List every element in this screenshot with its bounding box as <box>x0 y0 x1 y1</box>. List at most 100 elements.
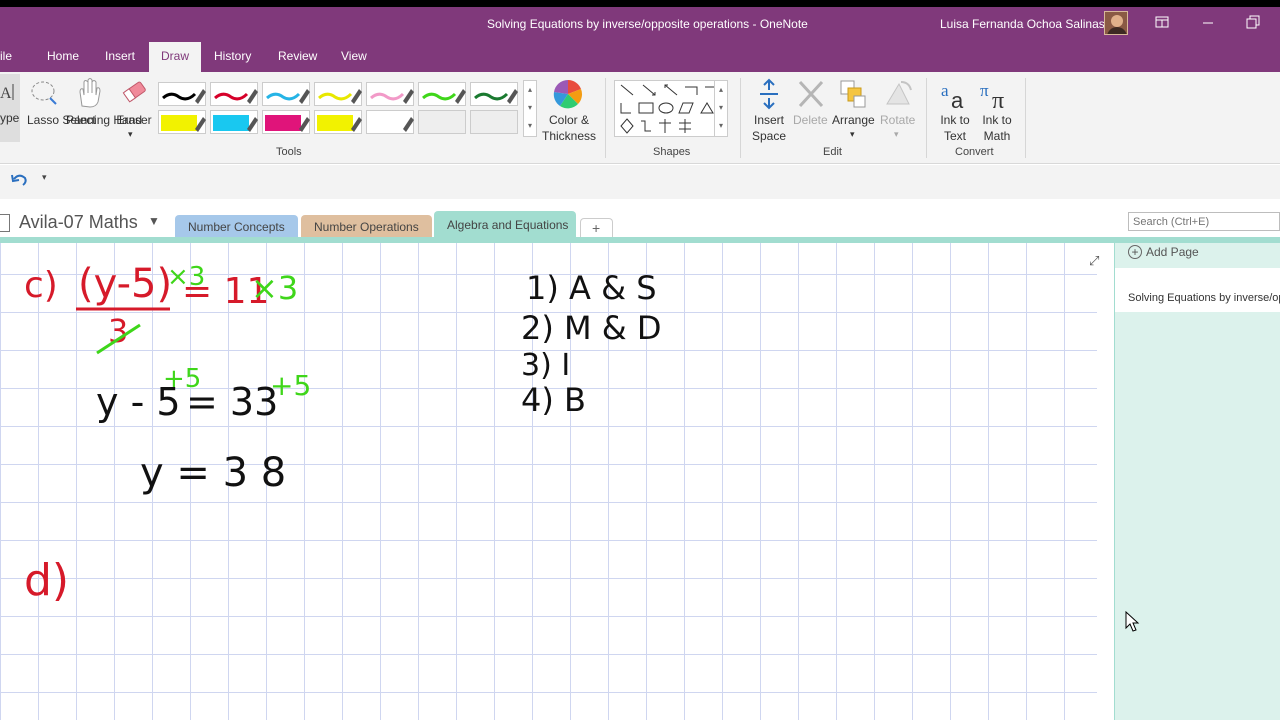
ink-d-label: d) <box>24 555 69 606</box>
group-tools-label: Tools <box>276 146 302 158</box>
page-gutter <box>1097 243 1115 720</box>
top-strip <box>0 0 1280 7</box>
ink-order-4: 4) B <box>521 381 586 419</box>
pen-swatch[interactable] <box>314 82 362 106</box>
eraser-label: Eraser <box>116 113 152 127</box>
arrange-button[interactable] <box>838 78 868 110</box>
pages-panel-header <box>1115 268 1280 288</box>
rotate-button[interactable] <box>883 78 913 110</box>
tab-insert[interactable]: Insert <box>105 49 135 63</box>
tab-home[interactable]: Home <box>47 49 79 63</box>
delete-label: Delete <box>793 113 828 127</box>
group-shapes-label: Shapes <box>653 146 691 158</box>
panning-hand-button[interactable] <box>70 76 110 112</box>
page-item-solving-equations[interactable]: Solving Equations by inverse/opposite op… <box>1115 288 1280 312</box>
user-name[interactable]: Luisa Fernanda Ochoa Salinas <box>940 17 1105 31</box>
add-page-button[interactable]: + Add Page <box>1128 245 1199 259</box>
pages-panel <box>1114 243 1280 720</box>
search-input[interactable] <box>1128 212 1280 231</box>
type-icon: A <box>0 84 14 102</box>
highlighter-swatch[interactable] <box>210 110 258 134</box>
shapes-gallery[interactable] <box>614 80 728 137</box>
minimize-icon[interactable] <box>1198 12 1218 32</box>
highlighter-swatch[interactable] <box>158 110 206 134</box>
pen-swatch[interactable] <box>366 82 414 106</box>
avatar[interactable] <box>1104 11 1128 35</box>
panning-label: Panning Hand <box>66 113 143 127</box>
empty-swatch[interactable] <box>418 110 466 134</box>
handwriting-layer: c) (y-5) ×3 3 = 11 ×3 y - 5 +5 = 33 +5 y… <box>24 261 662 606</box>
insert-space-label: Insert Space <box>751 113 787 143</box>
highlighter-swatch[interactable] <box>314 110 362 134</box>
ink-green-plus-right: +5 <box>270 369 311 402</box>
rotate-dropdown-icon[interactable]: ▾ <box>894 126 899 142</box>
ribbon-display-icon[interactable] <box>1152 12 1172 32</box>
lasso-select-button[interactable] <box>26 76 62 144</box>
eraser-icon <box>122 81 146 103</box>
ribbon-tab-row: ile Home Insert Draw History Review View <box>0 42 1280 72</box>
color-thickness-button[interactable] <box>552 78 584 110</box>
tab-view[interactable]: View <box>341 49 367 63</box>
eraser-button[interactable] <box>117 76 153 112</box>
svg-text:π: π <box>992 88 1004 110</box>
type-button[interactable]: A ype <box>0 74 20 142</box>
ink-to-text-label: Ink to Text <box>940 113 970 143</box>
ink-to-text-button[interactable]: aa <box>940 78 972 110</box>
highlighter-icon <box>369 115 414 132</box>
notebook-name[interactable]: Avila-07 Maths <box>19 212 138 233</box>
insert-space-icon <box>760 78 778 110</box>
eraser-dropdown-icon[interactable]: ▾ <box>128 126 133 142</box>
pen-icon <box>370 89 414 104</box>
mouse-cursor-icon <box>1125 611 1140 632</box>
pen-swatch[interactable] <box>210 82 258 106</box>
tab-history[interactable]: History <box>214 49 251 63</box>
add-page-icon: + <box>1128 245 1142 259</box>
pen-swatch[interactable] <box>470 82 518 106</box>
ink-to-math-icon: ππ <box>980 81 1004 110</box>
tab-draw[interactable]: Draw <box>149 42 202 72</box>
notebook-icon[interactable] <box>0 214 10 232</box>
color-palette-icon <box>553 79 583 109</box>
section-tab-algebra-and-equations[interactable]: Algebra and Equations <box>434 211 576 240</box>
empty-icon <box>471 111 519 135</box>
type-label: ype <box>0 111 20 125</box>
pen-swatch[interactable] <box>418 82 466 106</box>
highlighter-icon <box>161 115 206 132</box>
highlighter-icon <box>265 115 310 132</box>
ink-to-math-button[interactable]: ππ <box>980 78 1014 110</box>
notebook-dropdown-icon[interactable]: ▼ <box>148 214 160 228</box>
qat-customize-icon[interactable]: ▾ <box>42 172 47 183</box>
pen-swatch[interactable] <box>158 82 206 106</box>
ink-order-3: 3) I <box>521 348 570 383</box>
empty-swatch[interactable] <box>470 110 518 134</box>
separator <box>1025 78 1026 158</box>
title-bar: Solving Equations by inverse/opposite op… <box>0 0 1280 42</box>
delete-button[interactable] <box>796 78 826 110</box>
ink-numerator: (y-5) <box>78 261 172 307</box>
pen-icon <box>422 89 466 104</box>
ink-line2-right: = 33 <box>186 380 278 424</box>
restore-icon[interactable] <box>1243 12 1263 32</box>
pen-swatch[interactable] <box>262 82 310 106</box>
pen-icon <box>318 89 362 104</box>
add-section-button[interactable]: + <box>580 218 613 238</box>
highlighter-swatch[interactable] <box>262 110 310 134</box>
add-page-label: Add Page <box>1146 245 1199 259</box>
tab-file[interactable]: ile <box>0 49 12 63</box>
svg-text:a: a <box>941 81 949 100</box>
svg-text:a: a <box>951 88 964 110</box>
arrange-icon <box>840 80 866 108</box>
pen-icon <box>266 89 310 104</box>
ink-order-2: 2) M & D <box>521 309 662 347</box>
arrange-dropdown-icon[interactable]: ▾ <box>850 126 855 142</box>
group-convert-label: Convert <box>955 146 994 158</box>
group-edit-label: Edit <box>823 146 842 158</box>
highlighter-swatch[interactable] <box>366 110 414 134</box>
separator <box>926 78 927 158</box>
undo-icon[interactable] <box>9 170 29 190</box>
shapes-icon <box>620 84 716 134</box>
tab-review[interactable]: Review <box>278 49 317 63</box>
shapes-gallery-scroll[interactable]: ▴ ▾ ▾ <box>714 80 728 137</box>
insert-space-button[interactable] <box>754 78 784 110</box>
pen-gallery-scroll[interactable]: ▴ ▾ ▾ <box>523 80 537 137</box>
